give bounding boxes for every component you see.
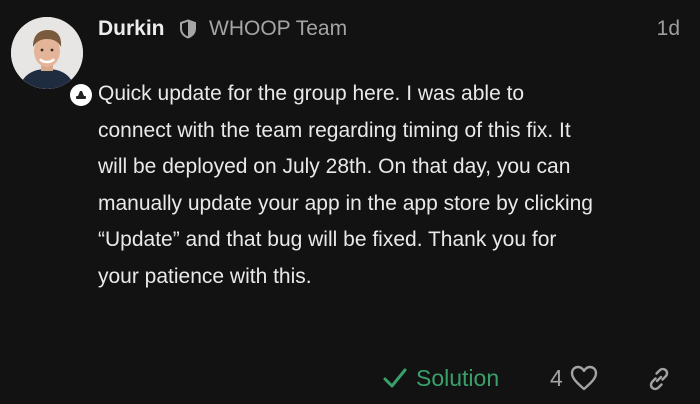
post-header: Durkin WHOOP Team 1d: [98, 16, 680, 42]
team-label: WHOOP Team: [209, 17, 348, 40]
body-line: will be deployed on July 28th. On that d…: [98, 155, 571, 178]
forum-reply: Durkin WHOOP Team 1d Quick update for th…: [0, 0, 700, 404]
shield-icon: [180, 19, 196, 39]
whoop-badge-icon: [70, 84, 92, 106]
avatar[interactable]: [11, 17, 83, 89]
body-line: your patience with this.: [98, 264, 312, 288]
check-icon: [383, 368, 407, 388]
link-icon[interactable]: [645, 365, 673, 393]
solution-button[interactable]: Solution: [383, 362, 499, 394]
post-body: Quick update for the group here. I was a…: [98, 76, 678, 295]
heart-icon[interactable]: [569, 364, 599, 392]
like-group: 4: [550, 362, 599, 394]
solution-label: Solution: [416, 364, 500, 391]
author-name[interactable]: Durkin: [98, 16, 165, 42]
post-actions: Solution 4: [0, 362, 700, 394]
like-count: 4: [550, 364, 563, 391]
post-timestamp: 1d: [656, 17, 680, 40]
body-line: connect with the team regarding timing o…: [98, 118, 571, 142]
body-line: Quick update for the group here. I was a…: [98, 82, 525, 105]
body-line: “Update” and that bug will be fixed. Tha…: [98, 228, 557, 251]
avatar-container[interactable]: [11, 17, 92, 106]
body-line: manually update your app in the app stor…: [98, 191, 593, 215]
